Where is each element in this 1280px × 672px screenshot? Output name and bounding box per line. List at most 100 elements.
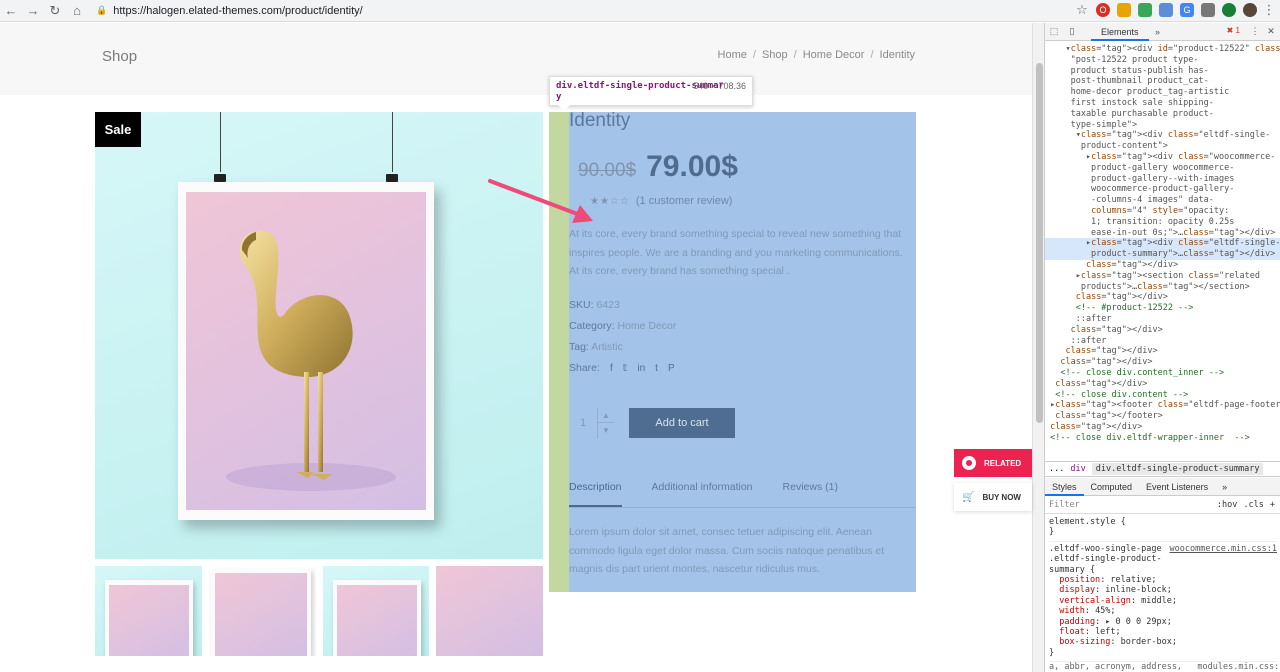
dom-node-line[interactable]: <!-- close div.content_inner --> — [1045, 368, 1280, 379]
dom-node-line[interactable]: <!-- close div.eltdf-wrapper-inner --> — [1045, 433, 1280, 444]
dom-node-line[interactable]: product status-publish has- — [1045, 66, 1280, 77]
scroll-thumb[interactable] — [1036, 63, 1043, 423]
dom-tree[interactable]: ▾class="tag"><div id="product-12522" cla… — [1045, 42, 1280, 462]
twitter-icon[interactable]: 𝕥 — [623, 363, 628, 374]
buy-now-button[interactable]: 🛒 BUY NOW — [954, 483, 1032, 511]
dom-node-line[interactable]: ▸class="tag"><div class="eltdf-single- — [1045, 238, 1280, 250]
tumblr-icon[interactable]: t — [655, 363, 658, 374]
dom-crumb-current[interactable]: div.eltdf-single-product-summary — [1091, 463, 1264, 475]
breadcrumb-home[interactable]: Home — [718, 49, 747, 61]
thumbnail-1[interactable] — [95, 566, 202, 656]
dom-node-line[interactable]: product-content"> — [1045, 141, 1280, 152]
element-style-rule[interactable]: element.style { — [1049, 517, 1277, 527]
dom-node-line[interactable]: <!-- #product-12522 --> — [1045, 303, 1280, 314]
dom-node-line[interactable]: ▸class="tag"><section class="related — [1045, 271, 1280, 282]
tab-reviews[interactable]: Reviews (1) — [783, 478, 838, 507]
dom-node-line[interactable]: -columns-4 images" data- — [1045, 195, 1280, 206]
address-bar[interactable]: 🔒 https://halogen.elated-themes.com/prod… — [96, 2, 1096, 20]
hover-state-toggle[interactable]: :hov — [1217, 500, 1237, 510]
shield-icon[interactable] — [1138, 3, 1152, 17]
dom-node-line[interactable]: woocommerce-product-gallery- — [1045, 184, 1280, 195]
more-tabs-icon[interactable]: » — [1149, 27, 1167, 37]
translate-icon[interactable]: G — [1180, 3, 1194, 17]
thumbnail-2[interactable] — [208, 566, 316, 656]
css-declaration[interactable]: display: inline-block; — [1049, 585, 1277, 595]
camera-icon[interactable] — [1201, 3, 1215, 17]
ext-yellow-icon[interactable] — [1117, 3, 1131, 17]
avatar[interactable] — [1243, 3, 1257, 17]
dom-node-line[interactable]: taxable purchasable product- — [1045, 109, 1280, 120]
css-declaration[interactable]: padding: ▸ 0 0 0 29px; — [1049, 617, 1277, 627]
breadcrumb-home-decor[interactable]: Home Decor — [803, 49, 865, 61]
increase-icon[interactable]: ▲ — [598, 408, 614, 423]
back-icon[interactable]: ← — [0, 0, 22, 22]
dom-node-line[interactable]: class="tag"></div> — [1045, 325, 1280, 336]
tab-event-listeners[interactable]: Event Listeners — [1139, 478, 1215, 496]
dom-node-line[interactable]: home-decor product_tag-artistic — [1045, 87, 1280, 98]
rule-source-link[interactable]: woocommerce.min.css:1 — [1170, 544, 1277, 554]
tab-additional-information[interactable]: Additional information — [652, 478, 753, 507]
css-declaration[interactable]: box-sizing: border-box; — [1049, 637, 1277, 647]
opera-icon[interactable]: O — [1096, 3, 1110, 17]
inspect-icon[interactable]: ⬚ — [1045, 26, 1063, 37]
product-main-image[interactable] — [95, 112, 543, 559]
dom-node-line[interactable]: <!-- close div.content --> — [1045, 390, 1280, 401]
dom-node-line[interactable]: class="tag"></div> — [1045, 346, 1280, 357]
dom-node-line[interactable]: ::after — [1045, 336, 1280, 347]
dom-node-line[interactable]: class="tag"></div> — [1045, 292, 1280, 303]
pin-icon[interactable] — [1222, 3, 1236, 17]
dom-node-line[interactable]: ▸class="tag"><div class="woocommerce- — [1045, 152, 1280, 163]
css-declaration[interactable]: float: left; — [1049, 627, 1277, 637]
quantity-input[interactable]: 1 — [569, 408, 597, 438]
close-icon[interactable]: ✕ — [1262, 26, 1280, 37]
dom-crumb-ellipsis[interactable]: ... — [1049, 464, 1064, 474]
reload-icon[interactable]: ↻ — [44, 0, 66, 22]
dom-node-line[interactable]: post-thumbnail product_cat- — [1045, 76, 1280, 87]
dom-node-line[interactable]: type-simple"> — [1045, 120, 1280, 131]
dom-node-line[interactable]: ▾class="tag"><div id="product-12522" cla… — [1045, 44, 1280, 55]
dom-node-line[interactable]: ease-in-out 0s;">…class="tag"></div> — [1045, 228, 1280, 239]
dom-node-line[interactable]: ▾class="tag"><div class="eltdf-single- — [1045, 130, 1280, 141]
thumbnail-3[interactable] — [322, 566, 430, 656]
dom-node-line[interactable]: ::after — [1045, 314, 1280, 325]
dom-node-line[interactable]: class="tag"></div> — [1045, 260, 1280, 271]
css-declaration[interactable]: vertical-align: middle; — [1049, 596, 1277, 606]
pinterest-icon[interactable]: P — [668, 363, 675, 374]
tag-link[interactable]: Artistic — [591, 341, 623, 353]
class-toggle[interactable]: .cls — [1243, 500, 1263, 510]
dom-node-line[interactable]: 1; transition: opacity 0.25s — [1045, 217, 1280, 228]
dom-node-line[interactable]: class="tag"></footer> — [1045, 411, 1280, 422]
add-rule-icon[interactable]: + — [1270, 500, 1275, 510]
more-style-tabs-icon[interactable]: » — [1215, 478, 1234, 496]
dom-node-line[interactable]: product-summary">…class="tag"></div> == … — [1045, 249, 1280, 260]
css-declaration[interactable]: width: 45%; — [1049, 606, 1277, 616]
device-toggle-icon[interactable]: ▯ — [1063, 26, 1081, 37]
tab-description[interactable]: Description — [569, 478, 622, 507]
related-button[interactable]: RELATED — [954, 449, 1032, 477]
css-declaration[interactable]: position: relative; — [1049, 575, 1277, 585]
dom-node-line[interactable]: "post-12522 product type- — [1045, 55, 1280, 66]
dom-node-line[interactable]: class="tag"></div> — [1045, 379, 1280, 390]
dom-node-line[interactable]: columns="4" style="opacity: — [1045, 206, 1280, 217]
home-icon[interactable]: ⌂ — [66, 0, 88, 22]
error-count-badge[interactable]: ✖ 1 — [1227, 26, 1240, 35]
category-link[interactable]: Home Decor — [617, 320, 676, 332]
decrease-icon[interactable]: ▼ — [598, 423, 614, 438]
dom-node-line[interactable]: first instock sale shipping- — [1045, 98, 1280, 109]
breadcrumb-shop[interactable]: Shop — [762, 49, 788, 61]
linkedin-icon[interactable]: in — [637, 363, 645, 374]
facebook-icon[interactable]: f — [610, 363, 613, 374]
filter-input[interactable]: Filter — [1049, 500, 1080, 510]
dom-node-line[interactable]: products">…class="tag"></section> — [1045, 282, 1280, 293]
dom-crumb-div[interactable]: div — [1070, 464, 1085, 474]
forward-icon[interactable]: → — [22, 0, 44, 22]
ext-blue-icon[interactable] — [1159, 3, 1173, 17]
menu-icon[interactable]: ⋮ — [1263, 2, 1276, 17]
review-link[interactable]: (1 customer review) — [636, 195, 733, 207]
bookmark-star-icon[interactable]: ☆ — [1075, 2, 1089, 17]
add-to-cart-button[interactable]: Add to cart — [629, 408, 735, 438]
tab-styles[interactable]: Styles — [1045, 478, 1084, 496]
dom-node-line[interactable]: class="tag"></div> — [1045, 357, 1280, 368]
dom-node-line[interactable]: product-gallery woocommerce- — [1045, 163, 1280, 174]
dom-node-line[interactable]: ▸class="tag"><footer class="eltdf-page-f… — [1045, 400, 1280, 411]
